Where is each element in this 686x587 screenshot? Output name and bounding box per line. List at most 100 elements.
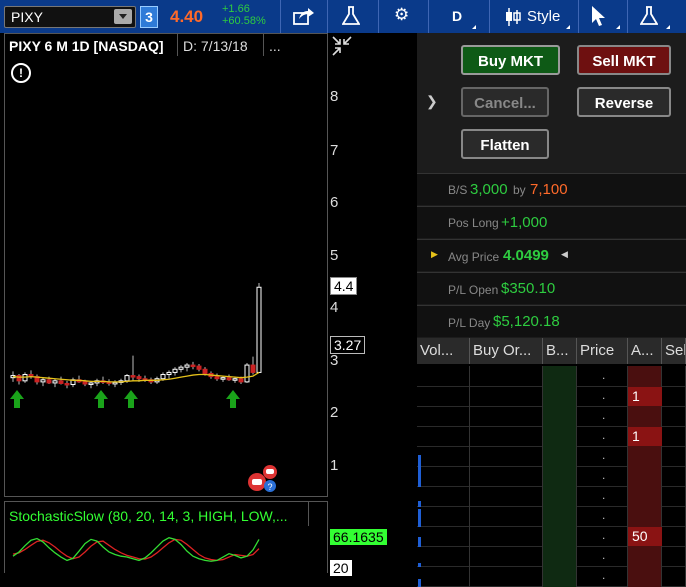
- price-cell[interactable]: .: [577, 466, 628, 487]
- ladder-row[interactable]: .: [417, 406, 686, 427]
- sell-order-cell[interactable]: [662, 386, 686, 407]
- buy-order-cell[interactable]: [470, 506, 543, 527]
- price-cell[interactable]: .: [577, 566, 628, 587]
- bid-size-cell[interactable]: [543, 406, 577, 427]
- ask-size-cell[interactable]: [628, 566, 662, 587]
- ladder-row[interactable]: .1: [417, 386, 686, 407]
- price-cell[interactable]: .: [577, 386, 628, 407]
- ask-size-cell[interactable]: [628, 366, 662, 387]
- volume-cell[interactable]: [417, 406, 470, 427]
- flask-icon[interactable]: [640, 6, 658, 26]
- gear-icon[interactable]: ⚙: [394, 5, 409, 25]
- candlestick-icon[interactable]: [504, 7, 522, 27]
- buy-order-cell[interactable]: [470, 406, 543, 427]
- ask-size-cell[interactable]: 1: [628, 386, 662, 407]
- buy-order-cell[interactable]: [470, 426, 543, 447]
- cancel-orders-button[interactable]: Cancel...: [461, 87, 549, 117]
- buy-market-button[interactable]: Buy MKT: [461, 45, 560, 75]
- ladder-row[interactable]: .: [417, 566, 686, 587]
- volume-cell[interactable]: [417, 526, 470, 547]
- link-group-badge[interactable]: 3: [140, 6, 158, 28]
- collapse-chart-icon[interactable]: [331, 35, 355, 57]
- sell-order-cell[interactable]: [662, 406, 686, 427]
- price-cell[interactable]: .: [577, 446, 628, 467]
- bid-size-cell[interactable]: [543, 566, 577, 587]
- ladder-row[interactable]: .: [417, 446, 686, 467]
- sell-order-cell[interactable]: [662, 466, 686, 487]
- volume-cell[interactable]: [417, 546, 470, 567]
- bid-size-cell[interactable]: [543, 366, 577, 387]
- buy-order-cell[interactable]: [470, 446, 543, 467]
- cursor-icon[interactable]: [590, 5, 606, 27]
- aggregation-button[interactable]: D: [452, 8, 462, 24]
- price-cell[interactable]: .: [577, 406, 628, 427]
- ladder-header-volume[interactable]: Vol...: [417, 338, 470, 364]
- ask-size-cell[interactable]: 50: [628, 526, 662, 547]
- buy-order-cell[interactable]: [470, 366, 543, 387]
- ladder-row[interactable]: .: [417, 486, 686, 507]
- price-cell[interactable]: .: [577, 486, 628, 507]
- ask-size-cell[interactable]: [628, 466, 662, 487]
- volume-cell[interactable]: [417, 506, 470, 527]
- ask-size-cell[interactable]: [628, 406, 662, 427]
- volume-cell[interactable]: [417, 486, 470, 507]
- volume-cell[interactable]: [417, 386, 470, 407]
- volume-cell[interactable]: [417, 366, 470, 387]
- price-cell[interactable]: .: [577, 506, 628, 527]
- sell-order-cell[interactable]: [662, 526, 686, 547]
- ladder-row[interactable]: .: [417, 466, 686, 487]
- sell-order-cell[interactable]: [662, 546, 686, 567]
- buy-order-cell[interactable]: [470, 466, 543, 487]
- bid-size-cell[interactable]: [543, 546, 577, 567]
- bid-size-cell[interactable]: [543, 426, 577, 447]
- ladder-header-price[interactable]: Price: [577, 338, 628, 364]
- stochastic-panel[interactable]: StochasticSlow (80, 20, 14, 3, HIGH, LOW…: [4, 501, 328, 573]
- bid-size-cell[interactable]: [543, 386, 577, 407]
- chevron-down-icon[interactable]: [114, 9, 132, 24]
- buy-order-cell[interactable]: [470, 386, 543, 407]
- ladder-header-bid-size[interactable]: B...: [543, 338, 577, 364]
- bid-size-cell[interactable]: [543, 526, 577, 547]
- symbol-selector[interactable]: PIXY: [4, 6, 136, 28]
- chevron-right-icon[interactable]: ❯: [426, 93, 438, 110]
- ladder-row[interactable]: . 50: [417, 526, 686, 547]
- flask-icon[interactable]: [342, 6, 360, 26]
- style-menu-label[interactable]: Style: [527, 8, 560, 25]
- ask-size-cell[interactable]: [628, 546, 662, 567]
- sell-order-cell[interactable]: [662, 506, 686, 527]
- ask-size-cell[interactable]: [628, 446, 662, 467]
- price-cell[interactable]: .: [577, 546, 628, 567]
- bid-size-cell[interactable]: [543, 466, 577, 487]
- sell-order-cell[interactable]: [662, 426, 686, 447]
- ladder-row[interactable]: .: [417, 506, 686, 527]
- phone-alert-icon[interactable]: ?: [245, 462, 285, 494]
- volume-cell[interactable]: [417, 426, 470, 447]
- sell-market-button[interactable]: Sell MKT: [577, 45, 671, 75]
- ladder-row[interactable]: .1: [417, 426, 686, 447]
- ladder-header-buy-orders[interactable]: Buy Or...: [470, 338, 543, 364]
- ask-size-cell[interactable]: [628, 486, 662, 507]
- price-chart-panel[interactable]: PIXY 6 M 1D [NASDAQ] D: 7/13/18 ... ! ?: [4, 33, 328, 497]
- price-cell[interactable]: .: [577, 526, 628, 547]
- ladder-header-ask-size[interactable]: A...: [628, 338, 662, 364]
- reverse-button[interactable]: Reverse: [577, 87, 671, 117]
- price-cell[interactable]: .: [577, 366, 628, 387]
- ladder-row[interactable]: .: [417, 546, 686, 567]
- bid-size-cell[interactable]: [543, 446, 577, 467]
- sell-order-cell[interactable]: [662, 446, 686, 467]
- sell-order-cell[interactable]: [662, 566, 686, 587]
- volume-cell[interactable]: [417, 566, 470, 587]
- buy-order-cell[interactable]: [470, 526, 543, 547]
- share-icon[interactable]: [293, 7, 315, 25]
- buy-order-cell[interactable]: [470, 546, 543, 567]
- sell-order-cell[interactable]: [662, 366, 686, 387]
- buy-order-cell[interactable]: [470, 486, 543, 507]
- price-ladder[interactable]: Vol... Buy Or... B... Price A... Sel ..1…: [417, 338, 686, 587]
- ladder-row[interactable]: .: [417, 366, 686, 387]
- buy-order-cell[interactable]: [470, 566, 543, 587]
- sell-order-cell[interactable]: [662, 486, 686, 507]
- flatten-button[interactable]: Flatten: [461, 129, 549, 159]
- price-cell[interactable]: .: [577, 426, 628, 447]
- ladder-header-sell-orders[interactable]: Sel: [662, 338, 686, 364]
- ask-size-cell[interactable]: [628, 506, 662, 527]
